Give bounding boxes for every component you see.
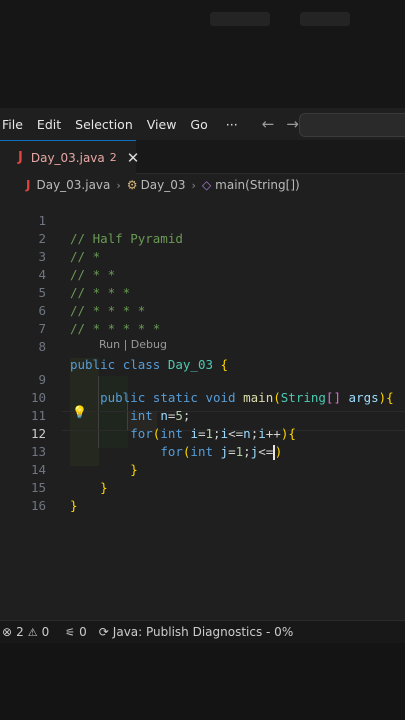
code-line: 14 } <box>0 443 405 495</box>
top-blurred-area <box>0 0 405 108</box>
command-center-search[interactable] <box>299 113 405 137</box>
java-file-icon: J <box>18 150 23 165</box>
code-line: 16 <box>0 479 405 513</box>
code-editor[interactable]: 1 // Half Pyramid 2 // * 3 // * * 4 // *… <box>0 196 405 620</box>
menu-go[interactable]: Go <box>184 117 215 132</box>
code-line: 1 // Half Pyramid <box>0 194 405 246</box>
ports-icon[interactable]: ⚟ <box>65 626 75 639</box>
lightbulb-icon[interactable]: 💡 <box>72 405 87 419</box>
line-text: } <box>70 498 78 513</box>
code-line: 3 // * * <box>0 230 405 282</box>
breadcrumb-file[interactable]: Day_03.java <box>36 178 110 192</box>
close-icon[interactable]: ✕ <box>127 149 140 167</box>
breadcrumb: J Day_03.java › ⚙ Day_03 › ◇ main(String… <box>0 174 405 196</box>
status-bar: ⊗ 2 ⚠ 0 ⚟ 0 ⟳ Java: Publish Diagnostics … <box>0 620 405 643</box>
back-arrow-icon[interactable]: ← <box>256 115 281 133</box>
java-status[interactable]: Java: Publish Diagnostics - 0% <box>113 625 293 639</box>
code-line: 11 for(int i=1;i<=n;i++){ <box>0 389 405 441</box>
chevron-right-icon: › <box>191 178 196 192</box>
blurred-element <box>300 12 350 26</box>
method-icon: ◇ <box>201 178 212 192</box>
menu-selection[interactable]: Selection <box>69 117 141 132</box>
ports-count[interactable]: 0 <box>79 625 87 639</box>
bottom-area <box>0 643 405 720</box>
sync-icon: ⟳ <box>98 625 109 639</box>
chevron-right-icon: › <box>116 178 121 192</box>
error-count[interactable]: 2 <box>16 625 24 639</box>
blurred-element <box>210 12 270 26</box>
editor-tab-day03[interactable]: J Day_03.java 2 ✕ <box>0 140 139 174</box>
error-icon[interactable]: ⊗ <box>2 625 12 639</box>
menu-file[interactable]: File <box>0 117 31 132</box>
breadcrumb-method[interactable]: main(String[]) <box>215 178 300 192</box>
menu-edit[interactable]: Edit <box>31 117 69 132</box>
code-line: 5 // * * * * <box>0 266 405 318</box>
tab-bar: J Day_03.java 2 ✕ <box>0 140 405 174</box>
code-line: 12 for(int j=1;j<=) <box>0 407 405 460</box>
codelens-run-debug[interactable]: Run | Debug <box>99 336 167 354</box>
menu-more[interactable]: ··· <box>216 117 252 132</box>
code-line: 10 int n=5; <box>0 371 405 423</box>
code-line: 15 } <box>0 461 405 513</box>
java-file-icon: J <box>26 178 31 192</box>
tab-problem-count: 2 <box>109 151 117 164</box>
code-line: 9 public static void main(String[] args)… <box>0 353 405 405</box>
code-line: 13 } <box>0 425 405 477</box>
tab-filename: Day_03.java <box>30 150 105 165</box>
code-line: 7 <box>0 302 405 336</box>
code-line: 2 // * <box>0 212 405 264</box>
warning-icon[interactable]: ⚠ <box>28 626 38 639</box>
code-line: 8 public class Day_03 { <box>0 320 405 372</box>
breadcrumb-class[interactable]: Day_03 <box>141 178 186 192</box>
warning-count[interactable]: 0 <box>42 625 50 639</box>
class-icon: ⚙ <box>126 178 138 192</box>
code-line: 4 // * * * <box>0 248 405 300</box>
code-line: 6 // * * * * * <box>0 284 405 336</box>
line-number: 16 <box>30 498 46 513</box>
menu-view[interactable]: View <box>141 117 185 132</box>
